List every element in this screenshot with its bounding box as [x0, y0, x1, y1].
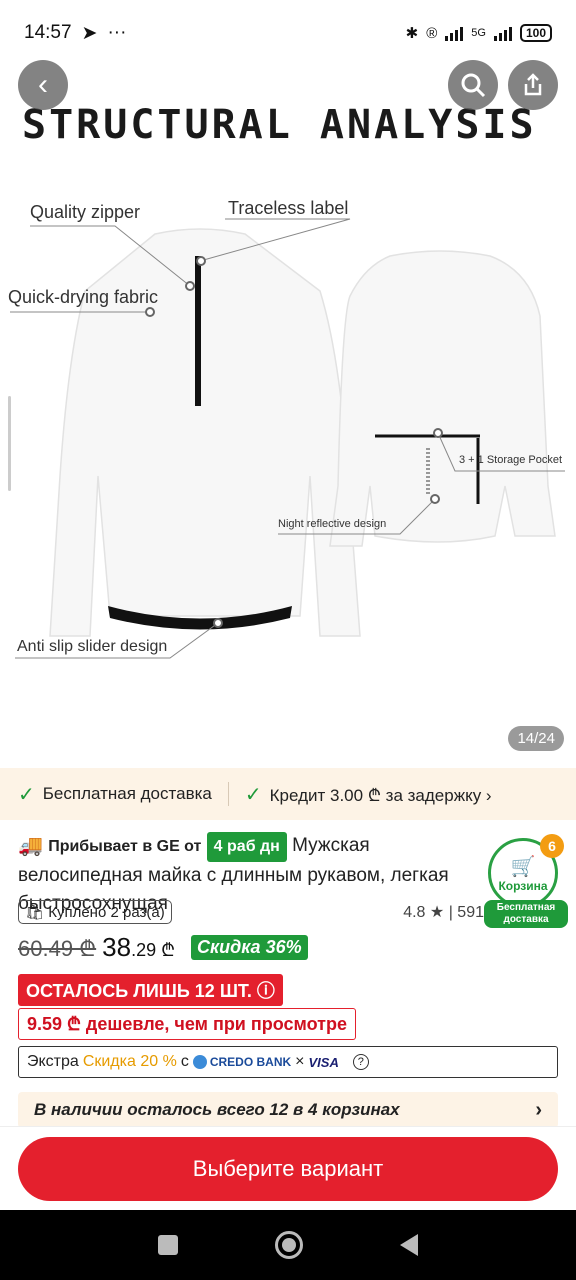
callout-anti-slip: Anti slip slider design: [17, 638, 168, 655]
free-delivery-benefit[interactable]: ✓ Бесплатная доставка: [18, 782, 212, 807]
cart-free-shipping-tag: Бесплатная доставка: [484, 900, 568, 928]
chevron-right-icon: ›: [535, 1098, 542, 1121]
bought-rating-row: 🛍 Куплено 2 раз(а) 4.8 ★ | 591: [18, 900, 484, 924]
back-button[interactable]: ‹: [18, 60, 68, 110]
help-icon[interactable]: ?: [352, 1054, 369, 1070]
signal-icon-2: [493, 25, 512, 41]
delivery-days-badge: 4 раб дн: [206, 832, 287, 863]
credit-benefit[interactable]: ✓ Кредит 3.00 ₾ за задержку ›: [245, 782, 492, 807]
callout-night-reflective: Night reflective design: [278, 518, 387, 530]
telegram-icon: ➤: [81, 22, 98, 44]
divider: [227, 782, 229, 806]
system-nav-bar: [0, 1210, 576, 1280]
cart-button[interactable]: 🛒 Корзина 6 Бесплатная доставка: [484, 834, 568, 928]
old-price: 60.49 ₾: [18, 936, 97, 961]
rating-value: 4.8: [403, 904, 426, 921]
callout-storage-pocket: 3 + 1 Storage Pocket: [459, 454, 563, 466]
stock-warning-label: ОСТАЛОСЬ ЛИШЬ 12 ШТ.: [26, 981, 252, 1001]
price-row: 60.49 ₾ 38.29 ₾ Скидка 36%: [18, 932, 308, 963]
recents-icon[interactable]: [158, 1235, 179, 1255]
bluetooth-icon: ✱: [405, 25, 419, 42]
cheaper-than-viewed: 9.59 ₾ дешевле, чем при просмотре: [18, 1008, 356, 1040]
extra-discount: Скидка 20 %: [82, 1053, 177, 1070]
credo-bank-logo: CREDO BANK: [192, 1055, 292, 1069]
check-icon: ✓: [244, 783, 262, 806]
help-icon: ⓘ: [256, 981, 275, 1001]
check-icon: ✓: [18, 783, 35, 806]
bag-icon: 🛍: [25, 904, 45, 921]
extra-prefix: Экстра: [27, 1053, 79, 1070]
search-icon: [461, 73, 486, 98]
bought-count: Куплено 2 раз(а): [48, 904, 165, 921]
share-button[interactable]: [508, 60, 558, 110]
callout-quick-drying: Quick-drying fabric: [8, 287, 159, 307]
bought-badge: 🛍 Куплено 2 раз(а): [18, 900, 172, 924]
star-icon: ★: [429, 904, 445, 921]
status-time: 14:57: [24, 22, 72, 43]
callout-traceless-label: Traceless label: [228, 198, 349, 218]
cart-icon: 🛒: [510, 855, 536, 878]
delivery-truck-icon: 🚚: [18, 835, 43, 857]
extra-discount-row[interactable]: Экстра Скидка 20 % с CREDO BANK × VISA ?: [18, 1046, 558, 1078]
new-price: 38.29 ₾: [102, 932, 175, 963]
hero-title: STRUCTURAL ANALYSIS: [22, 102, 537, 148]
stock-warning[interactable]: ОСТАЛОСЬ ЛИШЬ 12 ШТ. ⓘ: [18, 974, 283, 1006]
network-type: 5G: [471, 27, 486, 39]
benefits-bar: ✓ Бесплатная доставка ✓ Кредит 3.00 ₾ за…: [0, 768, 576, 820]
credit-label: Кредит 3.00 ₾ за задержку ›: [269, 785, 492, 805]
arrival-label: Прибывает в GE от: [48, 838, 202, 856]
image-counter: 14/24: [508, 726, 564, 751]
bank-name: CREDO BANK: [209, 1055, 292, 1069]
signal-icon: [445, 25, 464, 41]
visa-logo: VISA: [308, 1054, 339, 1070]
stock-banner-label: В наличии осталось всего 12 в 4 корзинах: [34, 1100, 400, 1119]
new-price-main: 38: [102, 932, 132, 962]
search-button[interactable]: [448, 60, 498, 110]
review-count: 591: [457, 904, 484, 921]
product-image[interactable]: STRUCTURAL ANALYSIS Quality zipper Trace…: [0, 56, 576, 768]
product-page: 14:57 ➤ ··· ✱ ® 5G 100 STRUCTURAL ANALYS…: [0, 0, 576, 1280]
chevron-left-icon: ‹: [38, 68, 48, 101]
new-price-decimal: .29 ₾: [131, 940, 175, 960]
back-triangle-icon[interactable]: [399, 1234, 418, 1256]
scroll-indicator: [8, 396, 11, 491]
jersey-illustration: [10, 218, 565, 659]
cart-label: Корзина: [498, 878, 548, 893]
times-sign: ×: [295, 1053, 305, 1070]
stock-banner[interactable]: В наличии осталось всего 12 в 4 корзинах…: [18, 1092, 558, 1128]
registered-icon: ®: [426, 24, 438, 42]
cart-count-badge: 6: [540, 834, 564, 858]
bottom-panel: Выберите вариант: [0, 1126, 576, 1210]
more-notifications-icon: ···: [107, 22, 127, 43]
discount-badge: Скидка 36%: [190, 935, 308, 960]
share-icon: [524, 73, 542, 96]
free-delivery-label: Бесплатная доставка: [42, 784, 212, 803]
rating[interactable]: 4.8 ★ | 591: [403, 902, 484, 922]
extra-with: с: [180, 1053, 189, 1070]
callout-quality-zipper: Quality zipper: [30, 202, 141, 222]
select-variant-button[interactable]: Выберите вариант: [18, 1137, 558, 1201]
home-icon[interactable]: [274, 1231, 303, 1259]
battery-icon: 100: [519, 24, 552, 42]
